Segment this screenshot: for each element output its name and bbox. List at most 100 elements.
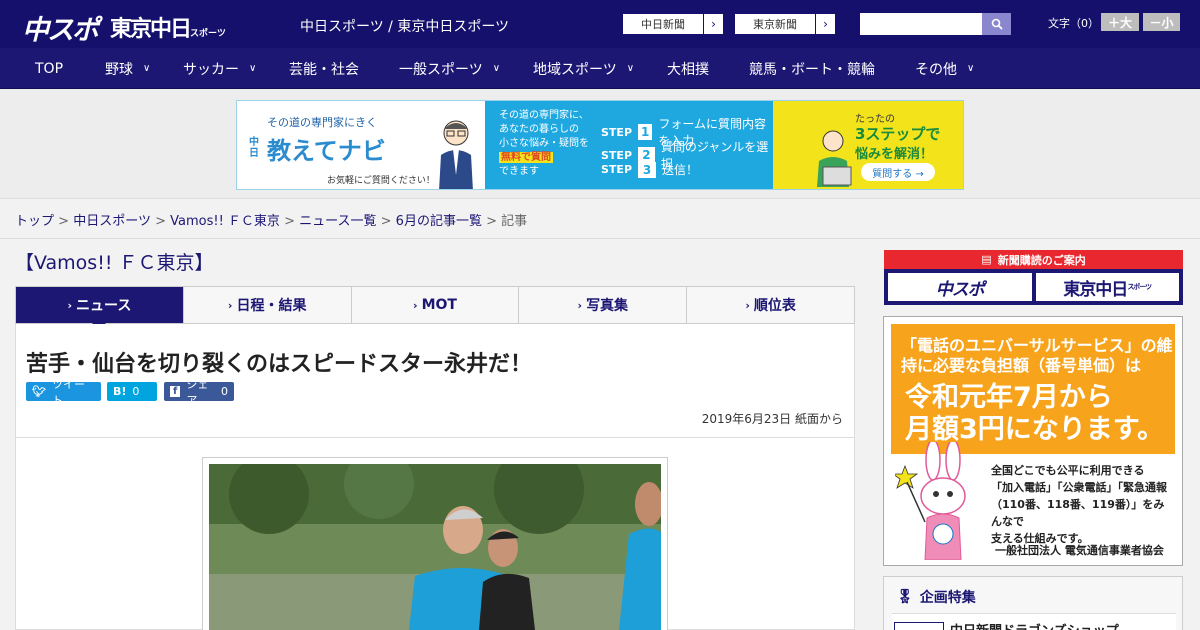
font-bigger-button[interactable]: ＋大 [1101,13,1139,31]
chuspo-logo[interactable]: 中スポ [22,8,99,47]
breadcrumb-june-articles[interactable]: 6月の記事一覧 [396,214,482,229]
tab-mot[interactable]: › MOT [352,287,520,323]
subscription-logos: 中スポ 東京中日 スポーツ [888,273,1179,301]
banner-desc: その道の専門家に、 あなたの暮らしの 小さな悩み・疑問を 無料で質問 できます [499,109,589,179]
subscribe-tokyo-chunichi-link[interactable]: 東京中日 スポーツ [1035,273,1179,301]
ad-body-line-3: （110番、118番、119番）」をみんなで [991,498,1165,528]
nav-item-sumo[interactable]: 大相撲 [667,48,709,89]
banner-cta-panel: たったの 3ステップで 悩みを解消！ 質問する → [773,101,963,189]
universal-service-ad[interactable]: 「電話のユニバーサルサービス」の維持に必要な負担額（番号単価）は 令和元年7月か… [883,316,1183,566]
nav-item-soccer[interactable]: サッカー ∨ [183,48,256,89]
step-word: STEP [601,148,633,162]
tokyo-chunichi-logo[interactable]: 東京中日スポーツ [110,11,226,43]
tab-standings[interactable]: › 順位表 [687,287,854,323]
banner-area: その道の専門家にきく 中日 教えてナビ お気軽にご質問ください！ その道の専門家… [0,89,1200,199]
nav-item-baseball[interactable]: 野球 ∨ [105,48,150,89]
nav-label: サッカー [183,61,239,78]
banner-ask-button[interactable]: 質問する → [861,163,935,181]
tab-photos[interactable]: › 写真集 [519,287,688,323]
breadcrumb-vamos-fc-tokyo[interactable]: Vamos!! ＦＣ東京 [170,214,280,229]
breadcrumb: トップ > 中日スポーツ > Vamos!! ＦＣ東京 > ニュース一覧 > 6… [15,210,527,229]
nav-label: その他 [915,61,957,78]
ad-body: 全国どこでも公平に利用できる 「加入電話」「公衆電話」「緊急通報 （110番、1… [991,462,1175,547]
tab-schedule-results[interactable]: › 日程・結果 [184,287,352,323]
twitter-bird-icon: 🐦︎ [32,385,46,398]
main-nav: TOP 野球 ∨ サッカー ∨ 芸能・社会 一般スポーツ ∨ 地域スポーツ ∨ 大相撲 … [0,48,1200,89]
step-text: 送信！ [662,163,699,177]
subscription-box: ▤ 新聞購読のご案内 中スポ 東京中日 スポーツ [884,250,1183,305]
nav-label: 地域スポーツ [533,61,617,78]
feature-item[interactable]: 中日新聞ドラゴンズショップ [892,613,1176,630]
banner-step-3: STEP 3 送信！ [601,161,698,178]
banner-steps-panel: その道の専門家に、 あなたの暮らしの 小さな悩み・疑問を 無料で質問 できます … [485,101,773,189]
banner-free: 無料で質問 [499,152,553,163]
article-photo[interactable] [209,464,661,630]
soccer-players-photo [209,464,661,630]
tokyo-logo-small: スポーツ [190,29,226,39]
sidebar-tokyo-logo-small: スポーツ [1127,283,1152,291]
nav-label: 一般スポーツ [399,61,483,78]
chevron-down-icon: ∨ [626,63,635,74]
nav-label: 大相撲 [667,61,709,78]
nav-item-racing[interactable]: 競馬・ボート・競輪 [749,48,875,89]
hatena-count: 0 [132,385,140,398]
tab-label: ニュース [76,298,132,314]
banner-call: お気軽にご質問ください！ [327,176,435,186]
breadcrumb-sep: > [155,214,166,229]
banner-can: できます [499,166,539,177]
banner-tagline: その道の専門家にきく [267,116,377,129]
nav-item-other[interactable]: その他 ∨ [915,48,974,89]
breadcrumb-news-list[interactable]: ニュース一覧 [299,214,376,229]
chunichi-shimbun-label: 中日新聞 [641,18,685,31]
tweet-label: ツイート [51,377,85,407]
site-title: 中日スポーツ / 東京中日スポーツ [300,19,510,35]
chevron-right-icon: › [67,298,73,312]
font-size-label: 文字（0） [1048,17,1099,30]
chunichi-shimbun-link[interactable]: 中日新聞 › [622,13,724,35]
nav-item-general-sports[interactable]: 一般スポーツ ∨ [399,48,500,89]
search-input[interactable] [860,13,982,35]
subscribe-chuspo-link[interactable]: 中スポ [888,273,1032,301]
chevron-right-icon: › [413,298,418,312]
newspaper-icon: ▤ [981,253,992,266]
nav-label: 競馬・ボート・競輪 [749,61,875,78]
top-bar: 中スポ 東京中日スポーツ 中日スポーツ / 東京中日スポーツ 中日新聞 › 東京… [0,0,1200,48]
banner-brand-panel: その道の専門家にきく 中日 教えてナビ お気軽にご質問ください！ [237,101,485,189]
ad-title: 「電話のユニバーサルサービス」の維持に必要な負担額（番号単価）は [901,336,1173,375]
hatena-bookmark-button[interactable]: B! 0 [107,382,157,401]
breadcrumb-sep: > [380,214,392,229]
breadcrumb-sep: > [486,214,497,229]
breadcrumb-divider [0,238,1200,239]
tab-label: 日程・結果 [236,298,307,314]
step-word: STEP [601,125,633,139]
ad-body-line-2: 「加入電話」「公衆電話」「緊急通報 [991,481,1167,494]
search-button[interactable] [982,13,1011,35]
nav-item-local-sports[interactable]: 地域スポーツ ∨ [533,48,634,89]
facebook-share-button[interactable]: f シェア 0 [164,378,234,407]
tokyo-shimbun-link[interactable]: 東京新聞 › [734,13,836,35]
breadcrumb-top[interactable]: トップ [15,214,54,229]
breadcrumb-sep: > [284,214,295,229]
tweet-button[interactable]: 🐦︎ ツイート [26,378,101,407]
tab-news[interactable]: › ニュース [16,287,184,330]
feature-item-label: 中日新聞ドラゴンズショップ [950,620,1119,630]
nav-item-entertainment[interactable]: 芸能・社会 [289,48,359,89]
nav-item-top[interactable]: TOP [35,48,63,89]
article-divider [16,437,854,438]
step-word: STEP [601,163,633,176]
advisor-illustration-icon [439,120,473,189]
rabbit-mascot-icon [895,442,966,560]
tokyo-shimbun-label: 東京新聞 [753,18,797,31]
section-tabs: › ニュース › 日程・結果 › MOT › 写真集 › 順位表 [15,286,855,330]
breadcrumb-current: 記事 [501,214,528,229]
font-smaller-button[interactable]: －小 [1143,13,1180,31]
breadcrumb-chunichi-sports[interactable]: 中日スポーツ [73,214,151,229]
chevron-right-icon: › [227,298,233,312]
share-count: 0 [221,385,228,398]
nav-label: TOP [35,60,64,77]
chevron-right-icon: › [815,14,835,34]
article-photo-frame [202,457,668,630]
person-laptop-illustration-icon [817,130,852,187]
oshiete-navi-banner[interactable]: その道の専門家にきく 中日 教えてナビ お気軽にご質問ください！ その道の専門家… [236,100,964,190]
ad-main: 令和元年7月から 月額3円になります。 [905,382,1164,446]
